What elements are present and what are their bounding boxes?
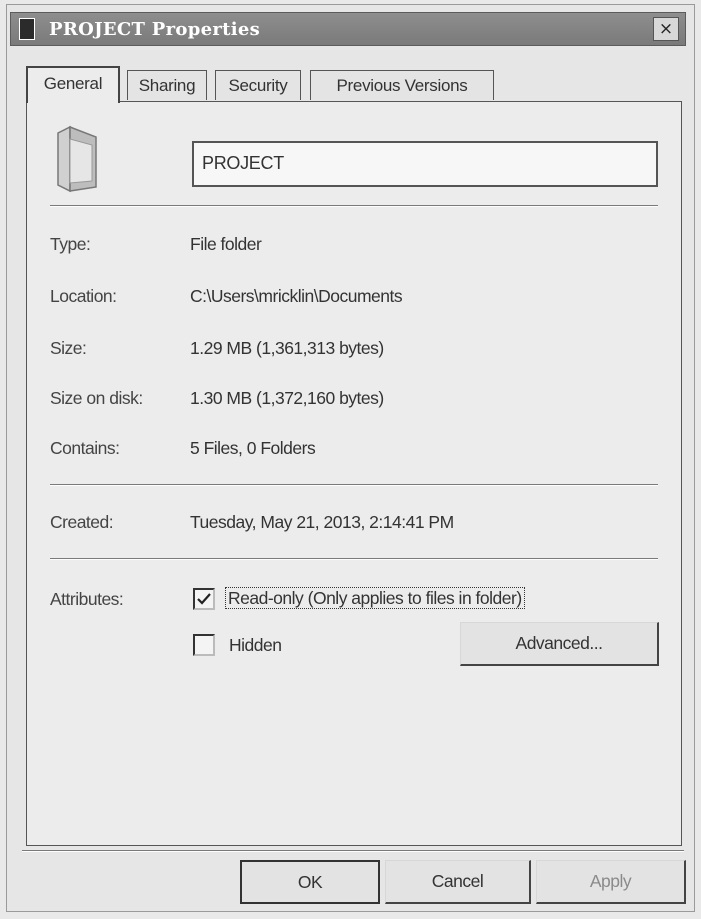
tab-general[interactable]: General [26, 66, 120, 103]
title-bar[interactable]: PROJECT Properties × [10, 12, 686, 46]
size-value: 1.29 MB (1,361,313 bytes) [190, 338, 384, 358]
checkmark-icon [197, 593, 211, 605]
separator [50, 205, 658, 207]
separator [50, 484, 658, 486]
cancel-button[interactable]: Cancel [385, 860, 531, 904]
window-title: PROJECT Properties [49, 19, 261, 40]
readonly-checkbox[interactable] [193, 588, 215, 610]
hidden-checkbox[interactable] [193, 634, 215, 656]
created-label: Created: [50, 512, 114, 532]
contains-label: Contains: [50, 438, 120, 458]
separator [50, 558, 658, 560]
tab-previous-versions[interactable]: Previous Versions [310, 70, 494, 100]
ok-button[interactable]: OK [240, 860, 380, 904]
tab-sharing[interactable]: Sharing [127, 70, 207, 100]
close-button[interactable]: × [653, 17, 679, 41]
readonly-label-text: Read-only (Only applies to files in fold… [225, 587, 525, 609]
hidden-label[interactable]: Hidden [229, 635, 282, 656]
attributes-label: Attributes: [50, 589, 124, 609]
dialog-footer-separator [22, 850, 684, 852]
size-label: Size: [50, 338, 87, 358]
general-tab-panel [26, 101, 682, 846]
size-on-disk-label: Size on disk: [50, 388, 143, 408]
created-value: Tuesday, May 21, 2013, 2:14:41 PM [190, 512, 454, 532]
apply-button[interactable]: Apply [536, 860, 686, 904]
tab-security[interactable]: Security [215, 70, 301, 100]
size-on-disk-value: 1.30 MB (1,372,160 bytes) [190, 388, 384, 408]
location-label: Location: [50, 286, 117, 306]
contains-value: 5 Files, 0 Folders [190, 438, 316, 458]
type-value: File folder [190, 234, 262, 254]
readonly-label[interactable]: Read-only (Only applies to files in fold… [225, 587, 525, 609]
type-label: Type: [50, 234, 91, 254]
folder-icon [57, 125, 97, 193]
location-value: C:\Users\mricklin\Documents [190, 286, 403, 306]
advanced-button[interactable]: Advanced... [460, 622, 659, 666]
folder-window-icon [19, 18, 35, 40]
folder-name-field[interactable]: PROJECT [192, 141, 658, 187]
